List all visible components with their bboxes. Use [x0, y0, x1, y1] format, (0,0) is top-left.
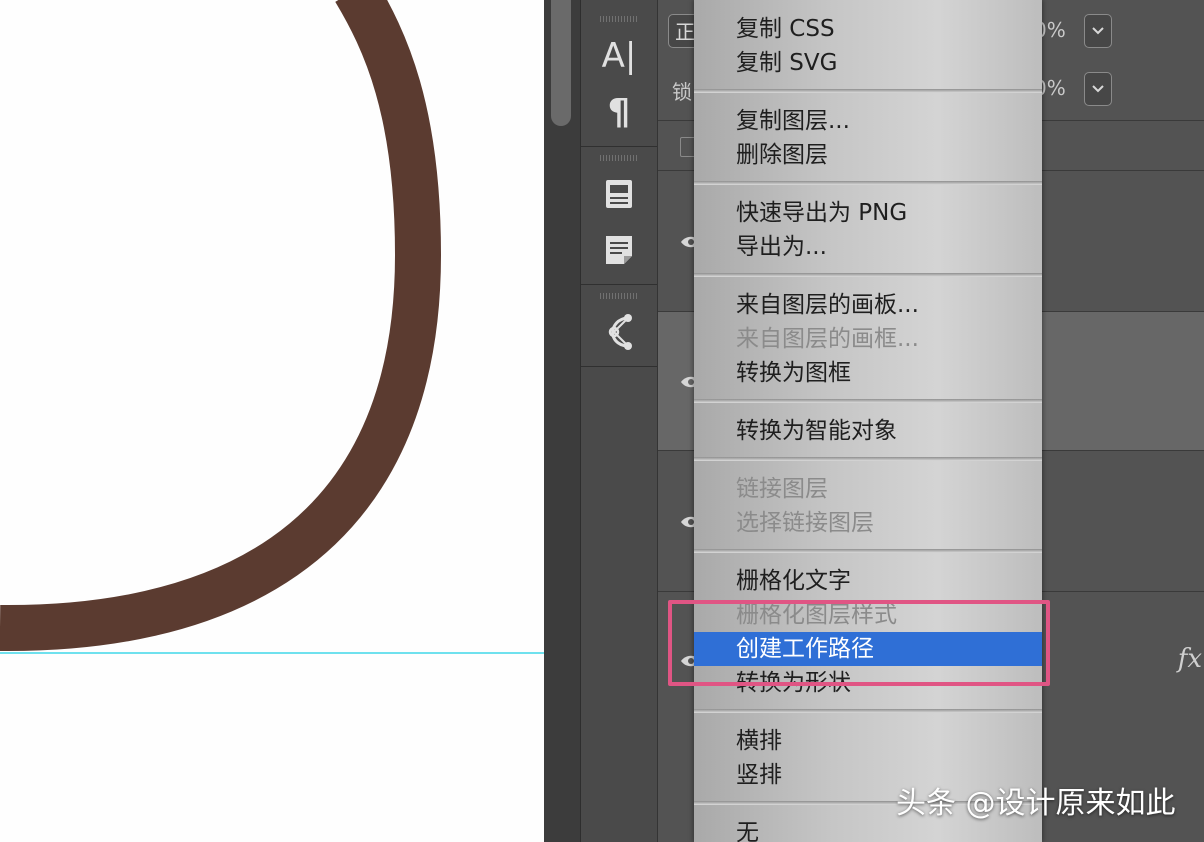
paragraph-icon: ¶ — [607, 91, 631, 133]
menu-item-frame-from-layers: 来自图层的画框... — [736, 326, 919, 352]
layer-effects-badge[interactable]: fx — [1178, 644, 1202, 674]
menu-item-convert-to-frame[interactable]: 转换为图框 — [694, 356, 1042, 390]
notes-panel-button[interactable] — [595, 228, 643, 272]
notes-icon — [606, 236, 632, 264]
paths-panel-button[interactable] — [595, 310, 643, 354]
vertical-scrollbar[interactable] — [544, 0, 581, 842]
menu-separator — [694, 549, 1042, 553]
menu-separator — [694, 709, 1042, 713]
menu-separator — [694, 89, 1042, 93]
menu-item-artboard-from-layers[interactable]: 来自图层的画板... — [694, 288, 1042, 322]
menu-separator — [694, 457, 1042, 461]
menu-item-export-as[interactable]: 导出为... — [694, 230, 1042, 264]
type-tool-icon: A| — [601, 36, 637, 76]
path-anchor-icon — [608, 314, 632, 350]
grip-handle[interactable] — [600, 155, 638, 161]
menu-item-duplicate-layer[interactable]: 复制图层... — [694, 104, 1042, 138]
lock-label: 锁 — [672, 80, 692, 104]
watermark: 头条 @设计原来如此 — [896, 786, 1176, 821]
document-canvas[interactable] — [0, 0, 544, 842]
letter-stroke-artwork — [0, 0, 544, 654]
menu-item-horizontal[interactable]: 横排 — [694, 724, 1042, 758]
menu-separator — [694, 273, 1042, 277]
chevron-down-icon — [1092, 85, 1104, 93]
properties-icon — [606, 180, 632, 208]
annotation-highlight-box — [668, 600, 1050, 686]
chevron-down-icon — [1092, 27, 1104, 35]
layer-context-menu: 复制 CSS 复制 SVG 复制图层... 删除图层 快速导出为 PNG 导出为… — [694, 0, 1042, 842]
menu-item-copy-svg[interactable]: 复制 SVG — [694, 46, 1042, 80]
grip-handle[interactable] — [600, 16, 638, 22]
menu-item-convert-to-smart-object[interactable]: 转换为智能对象 — [694, 414, 1042, 448]
menu-item-quick-export-png[interactable]: 快速导出为 PNG — [694, 196, 1042, 230]
menu-item-copy-css[interactable]: 复制 CSS — [694, 12, 1042, 46]
blend-mode-value: 正 — [675, 20, 695, 44]
grip-handle[interactable] — [600, 293, 638, 299]
scrollbar-thumb[interactable] — [551, 0, 571, 126]
fill-dropdown-button[interactable] — [1084, 72, 1112, 106]
menu-item-rasterize-type[interactable]: 栅格化文字 — [694, 564, 1042, 598]
menu-item-link-layers: 链接图层 — [736, 476, 828, 502]
menu-item-select-linked-layers: 选择链接图层 — [736, 510, 874, 536]
menu-separator — [694, 181, 1042, 185]
menu-item-delete-layer[interactable]: 删除图层 — [694, 138, 1042, 172]
opacity-dropdown-button[interactable] — [1084, 14, 1112, 48]
menu-separator — [694, 399, 1042, 403]
paragraph-panel-button[interactable]: ¶ — [595, 90, 643, 134]
panel-dock: A| ¶ — [581, 0, 658, 842]
character-panel-button[interactable]: A| — [595, 34, 643, 78]
properties-panel-button[interactable] — [595, 172, 643, 216]
